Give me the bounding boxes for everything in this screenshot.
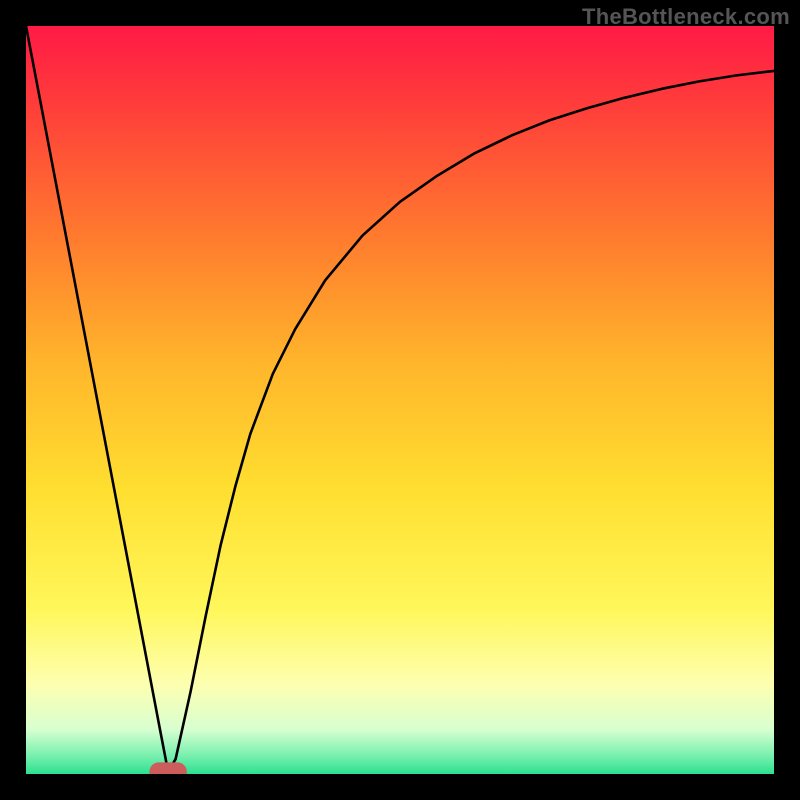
gradient-background: [26, 26, 774, 774]
chart-frame: TheBottleneck.com: [0, 0, 800, 800]
chart-svg: [26, 26, 774, 774]
plot-area: [26, 26, 774, 774]
optimal-range-marker: [149, 762, 186, 774]
watermark-text: TheBottleneck.com: [582, 4, 790, 30]
